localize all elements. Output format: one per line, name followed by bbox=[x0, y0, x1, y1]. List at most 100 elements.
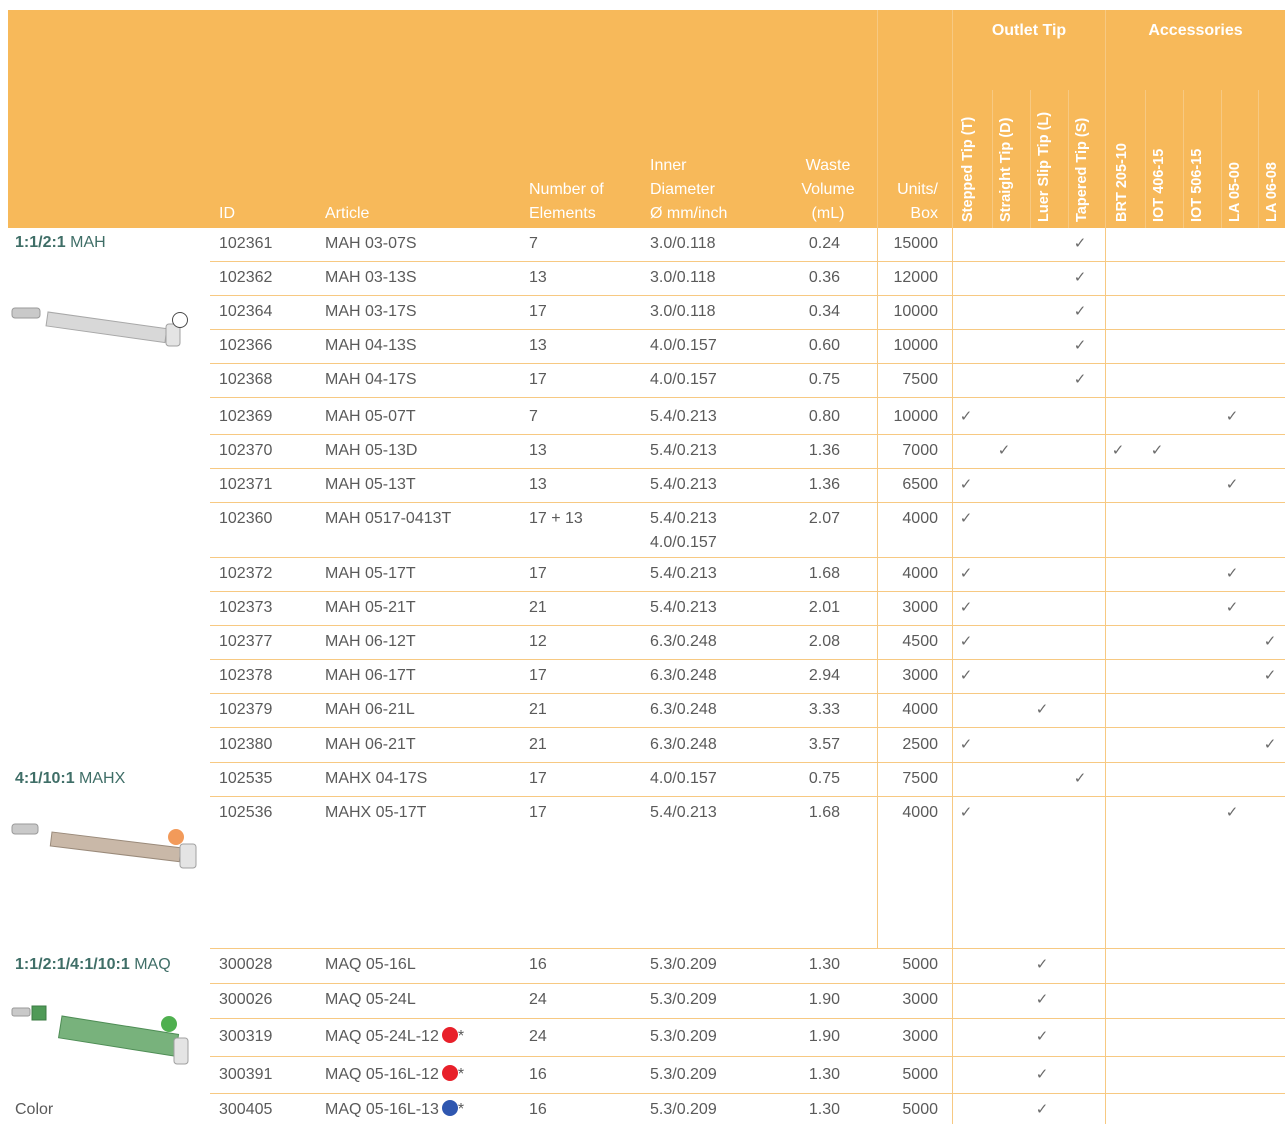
cell-id: 102380 bbox=[219, 736, 273, 753]
cell-elements: 13 bbox=[529, 442, 547, 459]
cell-id: 102370 bbox=[219, 442, 273, 459]
cell-diameter-2: 4.0/0.157 bbox=[650, 534, 717, 551]
accessories-group-header: Accessories bbox=[1148, 22, 1243, 39]
check-mark-icon: ✓ bbox=[1150, 442, 1164, 459]
check-mark-icon: ✓ bbox=[1073, 235, 1087, 252]
check-mark-icon: ✓ bbox=[1035, 1028, 1049, 1045]
cell-units: 3000 bbox=[902, 991, 938, 1008]
col-units-header-2: Box bbox=[910, 205, 938, 222]
cell-id: 300405 bbox=[219, 1101, 273, 1118]
mahx-marker bbox=[168, 829, 184, 845]
color-dot bbox=[441, 1065, 458, 1081]
col-iot-406-15-header: IOT 406-15 bbox=[1151, 148, 1167, 222]
cell-units: 10000 bbox=[893, 303, 939, 320]
mah-mixer-image bbox=[11, 307, 181, 347]
cell-diameter: 5.3/0.209 bbox=[650, 991, 717, 1008]
cell-waste: 2.94 bbox=[808, 667, 840, 684]
cell-diameter: 5.3/0.209 bbox=[650, 956, 717, 973]
cell-waste: 0.60 bbox=[808, 337, 840, 354]
row-divider bbox=[210, 659, 1285, 660]
divider bbox=[992, 90, 993, 228]
maq-mixer-image bbox=[11, 1005, 189, 1065]
col-article-header: Article bbox=[325, 205, 370, 222]
row-divider bbox=[210, 796, 1285, 797]
cell-diameter: 5.4/0.213 bbox=[650, 442, 717, 459]
check-mark-icon: ✓ bbox=[1225, 565, 1239, 582]
cell-diameter: 5.4/0.213 bbox=[650, 599, 717, 616]
check-mark-icon: ✓ bbox=[1035, 991, 1049, 1008]
cell-diameter: 4.0/0.157 bbox=[650, 337, 717, 354]
color-label: Color bbox=[15, 1101, 54, 1118]
cell-diameter: 5.4/0.213 bbox=[650, 408, 717, 425]
cell-article: MAH 06-17T bbox=[325, 667, 416, 684]
cell-article: MAH 06-12T bbox=[325, 633, 416, 650]
cell-article: MAQ 05-16L-12 * bbox=[325, 1065, 465, 1083]
cell-units: 3000 bbox=[902, 599, 938, 616]
cell-units: 12000 bbox=[893, 269, 939, 286]
col-diameter-header-3: Ø mm/inch bbox=[650, 205, 728, 222]
check-mark-icon: ✓ bbox=[1111, 442, 1125, 459]
cell-units: 5000 bbox=[902, 1101, 938, 1118]
cell-article: MAH 03-17S bbox=[325, 303, 417, 320]
cell-article: MAH 03-07S bbox=[325, 235, 417, 252]
cell-units: 10000 bbox=[893, 337, 939, 354]
asterisk: * bbox=[457, 1101, 465, 1118]
cell-diameter: 5.4/0.213 bbox=[650, 476, 717, 493]
cell-waste: 3.57 bbox=[808, 736, 840, 753]
cell-waste: 1.30 bbox=[808, 956, 840, 973]
cell-elements: 16 bbox=[529, 1101, 547, 1118]
cell-diameter: 5.3/0.209 bbox=[650, 1101, 717, 1118]
check-mark-icon: ✓ bbox=[959, 565, 973, 582]
col-la-05-00-header: LA 05-00 bbox=[1227, 162, 1243, 222]
cell-units: 10000 bbox=[893, 408, 939, 425]
section-mahx-label: 4:1/10:1 MAHX bbox=[15, 770, 126, 787]
cell-id: 300319 bbox=[219, 1028, 273, 1045]
check-mark-icon: ✓ bbox=[1225, 408, 1239, 425]
cell-waste: 2.07 bbox=[808, 510, 840, 527]
cell-diameter: 6.3/0.248 bbox=[650, 667, 717, 684]
cell-elements: 13 bbox=[529, 337, 547, 354]
cell-units: 5000 bbox=[902, 956, 938, 973]
divider bbox=[1105, 10, 1106, 1124]
cell-diameter: 5.3/0.209 bbox=[650, 1066, 717, 1083]
cell-article: MAH 05-07T bbox=[325, 408, 416, 425]
cell-id: 300391 bbox=[219, 1066, 273, 1083]
col-stepped-tip-header: Stepped Tip (T) bbox=[960, 116, 976, 222]
cell-diameter: 5.4/0.213 bbox=[650, 804, 717, 821]
cell-article: MAH 03-13S bbox=[325, 269, 417, 286]
cell-waste: 0.36 bbox=[808, 269, 840, 286]
col-iot-506-15-header: IOT 506-15 bbox=[1189, 148, 1205, 222]
cell-units: 3000 bbox=[902, 1028, 938, 1045]
cell-waste: 1.30 bbox=[808, 1066, 840, 1083]
color-dot bbox=[441, 1100, 458, 1116]
check-mark-icon: ✓ bbox=[959, 476, 973, 493]
check-mark-icon: ✓ bbox=[959, 736, 973, 753]
row-divider bbox=[210, 1093, 1285, 1094]
section-mah-label: 1:1/2:1 MAH bbox=[15, 234, 106, 251]
cell-elements: 17 bbox=[529, 565, 547, 582]
cell-elements: 24 bbox=[529, 991, 547, 1008]
asterisk: * bbox=[457, 1028, 465, 1045]
divider bbox=[1030, 90, 1031, 228]
row-divider bbox=[210, 1018, 1285, 1019]
cell-waste: 2.08 bbox=[808, 633, 840, 650]
cell-article: MAH 04-17S bbox=[325, 371, 417, 388]
cell-diameter: 5.4/0.213 bbox=[650, 510, 717, 527]
check-mark-icon: ✓ bbox=[1263, 736, 1277, 753]
cell-waste: 1.90 bbox=[808, 991, 840, 1008]
cell-article: MAQ 05-16L bbox=[325, 956, 416, 973]
cell-diameter: 3.0/0.118 bbox=[650, 269, 716, 286]
cell-elements: 13 bbox=[529, 476, 547, 493]
check-mark-icon: ✓ bbox=[1263, 667, 1277, 684]
cell-id: 102361 bbox=[219, 235, 273, 252]
cell-id: 102372 bbox=[219, 565, 273, 582]
cell-id: 102379 bbox=[219, 701, 273, 718]
cell-units: 6500 bbox=[902, 476, 938, 493]
cell-diameter: 6.3/0.248 bbox=[650, 701, 717, 718]
cell-elements: 17 bbox=[529, 770, 547, 787]
check-mark-icon: ✓ bbox=[1073, 303, 1087, 320]
cell-elements: 7 bbox=[529, 235, 538, 252]
col-diameter-header-2: Diameter bbox=[650, 181, 715, 198]
row-divider bbox=[210, 625, 1285, 626]
check-mark-icon: ✓ bbox=[1073, 269, 1087, 286]
